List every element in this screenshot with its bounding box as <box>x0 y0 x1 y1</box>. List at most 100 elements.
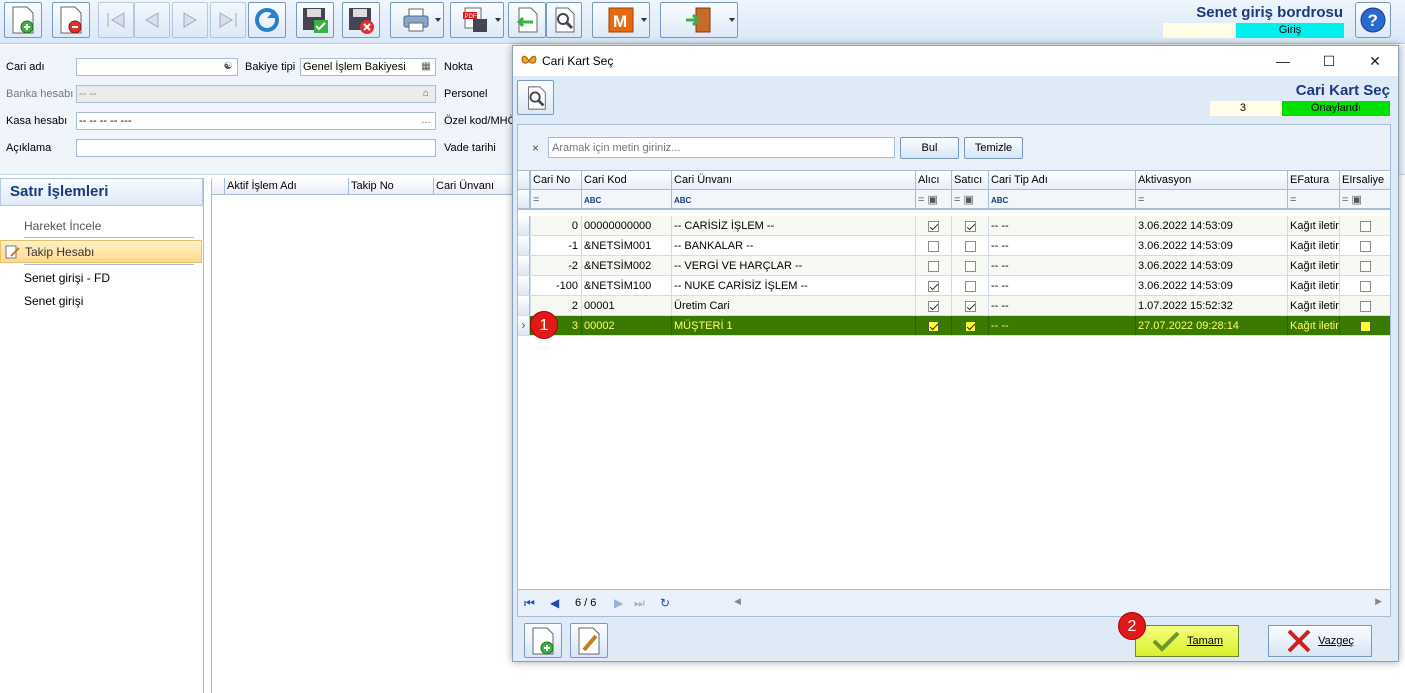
table-row[interactable]: › 3 00002 MÜŞTERİ 1 -- -- 27.07.2022 09:28:14… <box>518 316 1390 336</box>
cell-satici[interactable] <box>951 316 988 335</box>
edit-cari-button[interactable] <box>570 623 608 658</box>
cell-unvan[interactable]: -- NUKE CARİSİZ İŞLEM -- <box>671 276 915 295</box>
maximize-button[interactable]: ☐ <box>1306 46 1352 76</box>
filter-satici[interactable]: = ▣ <box>951 190 988 208</box>
cell-kod[interactable]: &NETSİM002 <box>581 256 671 275</box>
cell-unvan[interactable]: MÜŞTERİ 1 <box>671 316 915 335</box>
list-icon[interactable]: ▦ <box>419 60 433 74</box>
col-aktif-islem-adi[interactable]: Aktif İşlem Adı <box>224 178 348 195</box>
previous-record-button[interactable] <box>134 2 170 38</box>
table-row[interactable]: -100 &NETSİM100 -- NUKE CARİSİZ İŞLEM -- --… <box>518 276 1390 296</box>
module-m-button[interactable]: M <box>592 2 650 38</box>
print-button[interactable] <box>390 2 444 38</box>
save-approve-button[interactable] <box>296 2 334 38</box>
cell-satici[interactable] <box>951 256 988 275</box>
row-indicator[interactable] <box>518 256 530 275</box>
bakiye-tipi-select[interactable]: Genel İşlem Bakiyesi ▦ <box>300 58 436 76</box>
row-indicator[interactable] <box>518 216 530 235</box>
col-alici[interactable]: Alıcı <box>915 171 951 189</box>
left-item-senet-girisi-fd[interactable]: Senet girişi - FD <box>24 271 110 285</box>
cell-kod[interactable]: 00002 <box>581 316 671 335</box>
col-cari-unvani[interactable]: Cari Ünvanı <box>433 178 522 195</box>
cell-eirsaliye[interactable] <box>1339 236 1390 255</box>
eirsaliye-checkbox[interactable] <box>1360 221 1371 232</box>
cell-kod[interactable]: &NETSİM100 <box>581 276 671 295</box>
satici-checkbox[interactable] <box>965 301 976 312</box>
cell-alici[interactable] <box>915 236 951 255</box>
export-pdf-button[interactable]: PDF <box>450 2 504 38</box>
col-satici[interactable]: Satıcı <box>951 171 988 189</box>
aciklama-input[interactable] <box>76 139 436 157</box>
col-eirsaliye[interactable]: EIrsaliye <box>1339 171 1390 189</box>
cell-tip[interactable]: -- -- <box>988 296 1135 315</box>
filter-eirsaliye[interactable]: = ▣ <box>1339 190 1390 208</box>
satici-checkbox[interactable] <box>965 261 976 272</box>
ok-button[interactable]: Tamam <box>1135 625 1239 657</box>
cell-aktivasyon[interactable]: 1.07.2022 15:52:32 <box>1135 296 1287 315</box>
scroll-right-icon[interactable]: ▶ <box>1375 596 1382 607</box>
exit-button[interactable] <box>660 2 738 38</box>
col-cari-no[interactable]: Cari No <box>530 171 581 189</box>
filter-cari-unvani[interactable]: ABC <box>671 190 915 208</box>
cell-efatura[interactable]: Kağıt iletin <box>1287 276 1339 295</box>
left-item-senet-girisi[interactable]: Senet girişi <box>24 294 83 308</box>
cell-eirsaliye[interactable] <box>1339 316 1390 335</box>
nav-first-icon[interactable]: ⏮ <box>524 596 535 611</box>
cell-tip[interactable]: -- -- <box>988 236 1135 255</box>
cell-aktivasyon[interactable]: 3.06.2022 14:53:09 <box>1135 256 1287 275</box>
scroll-left-icon[interactable]: ◀ <box>734 596 741 607</box>
cell-alici[interactable] <box>915 296 951 315</box>
cell-aktivasyon[interactable]: 27.07.2022 09:28:14 <box>1135 316 1287 335</box>
table-row[interactable]: -2 &NETSİM002 -- VERGİ VE HARÇLAR -- -- -- 3… <box>518 256 1390 276</box>
cell-satici[interactable] <box>951 216 988 235</box>
filter-efatura[interactable]: = <box>1287 190 1339 208</box>
nav-refresh-icon[interactable]: ↻ <box>660 596 670 610</box>
clear-button[interactable]: Temizle <box>964 137 1023 159</box>
row-indicator[interactable] <box>518 296 530 315</box>
filter-cari-tip-adi[interactable]: ABC <box>988 190 1135 208</box>
filter-cari-kod[interactable]: ABC <box>581 190 671 208</box>
new-document-button[interactable] <box>4 2 42 38</box>
last-record-button[interactable] <box>210 2 246 38</box>
cell-kod[interactable]: &NETSİM001 <box>581 236 671 255</box>
satici-checkbox[interactable] <box>965 281 976 292</box>
cell-kod[interactable]: 00001 <box>581 296 671 315</box>
dialog-search-tool-button[interactable] <box>517 80 554 115</box>
cell-unvan[interactable]: -- BANKALAR -- <box>671 236 915 255</box>
cell-tip[interactable]: -- -- <box>988 256 1135 275</box>
alici-checkbox[interactable] <box>928 301 939 312</box>
cell-unvan[interactable]: -- CARİSİZ İŞLEM -- <box>671 216 915 235</box>
filter-alici[interactable]: = ▣ <box>915 190 951 208</box>
satici-checkbox[interactable] <box>965 221 976 232</box>
cell-eirsaliye[interactable] <box>1339 216 1390 235</box>
left-item-hareket-incele[interactable]: Hareket İncele <box>24 219 101 233</box>
cell-unvan[interactable]: Üretim Cari <box>671 296 915 315</box>
row-indicator[interactable] <box>518 236 530 255</box>
refresh-button[interactable] <box>248 2 286 38</box>
bank-icon[interactable]: ⌂ <box>419 87 433 101</box>
minimize-button[interactable]: — <box>1260 46 1306 76</box>
cell-efatura[interactable]: Kağıt iletin <box>1287 296 1339 315</box>
col-aktivasyon[interactable]: Aktivasyon <box>1135 171 1287 189</box>
satici-checkbox[interactable] <box>965 241 976 252</box>
cell-efatura[interactable]: Kağıt iletin <box>1287 216 1339 235</box>
row-indicator[interactable] <box>518 276 530 295</box>
alici-checkbox[interactable] <box>928 221 939 232</box>
cell-efatura[interactable]: Kağıt iletin <box>1287 316 1339 335</box>
clear-search-icon[interactable]: × <box>532 141 539 155</box>
cell-satici[interactable] <box>951 236 988 255</box>
first-record-button[interactable] <box>98 2 134 38</box>
eirsaliye-checkbox[interactable] <box>1360 321 1371 332</box>
nav-previous-icon[interactable]: ◀ <box>550 596 559 610</box>
cell-unvan[interactable]: -- VERGİ VE HARÇLAR -- <box>671 256 915 275</box>
people-icon[interactable]: ☯ <box>221 60 235 74</box>
find-button[interactable]: Bul <box>900 137 959 159</box>
next-record-button[interactable] <box>172 2 208 38</box>
table-row[interactable]: -1 &NETSİM001 -- BANKALAR -- -- -- 3.06.2022… <box>518 236 1390 256</box>
eirsaliye-checkbox[interactable] <box>1360 281 1371 292</box>
banka-hesabi-input[interactable]: -- -- ⌂ <box>76 85 436 103</box>
cell-efatura[interactable]: Kağıt iletin <box>1287 236 1339 255</box>
filter-cari-no[interactable]: = <box>530 190 581 208</box>
eirsaliye-checkbox[interactable] <box>1360 301 1371 312</box>
cell-eirsaliye[interactable] <box>1339 256 1390 275</box>
